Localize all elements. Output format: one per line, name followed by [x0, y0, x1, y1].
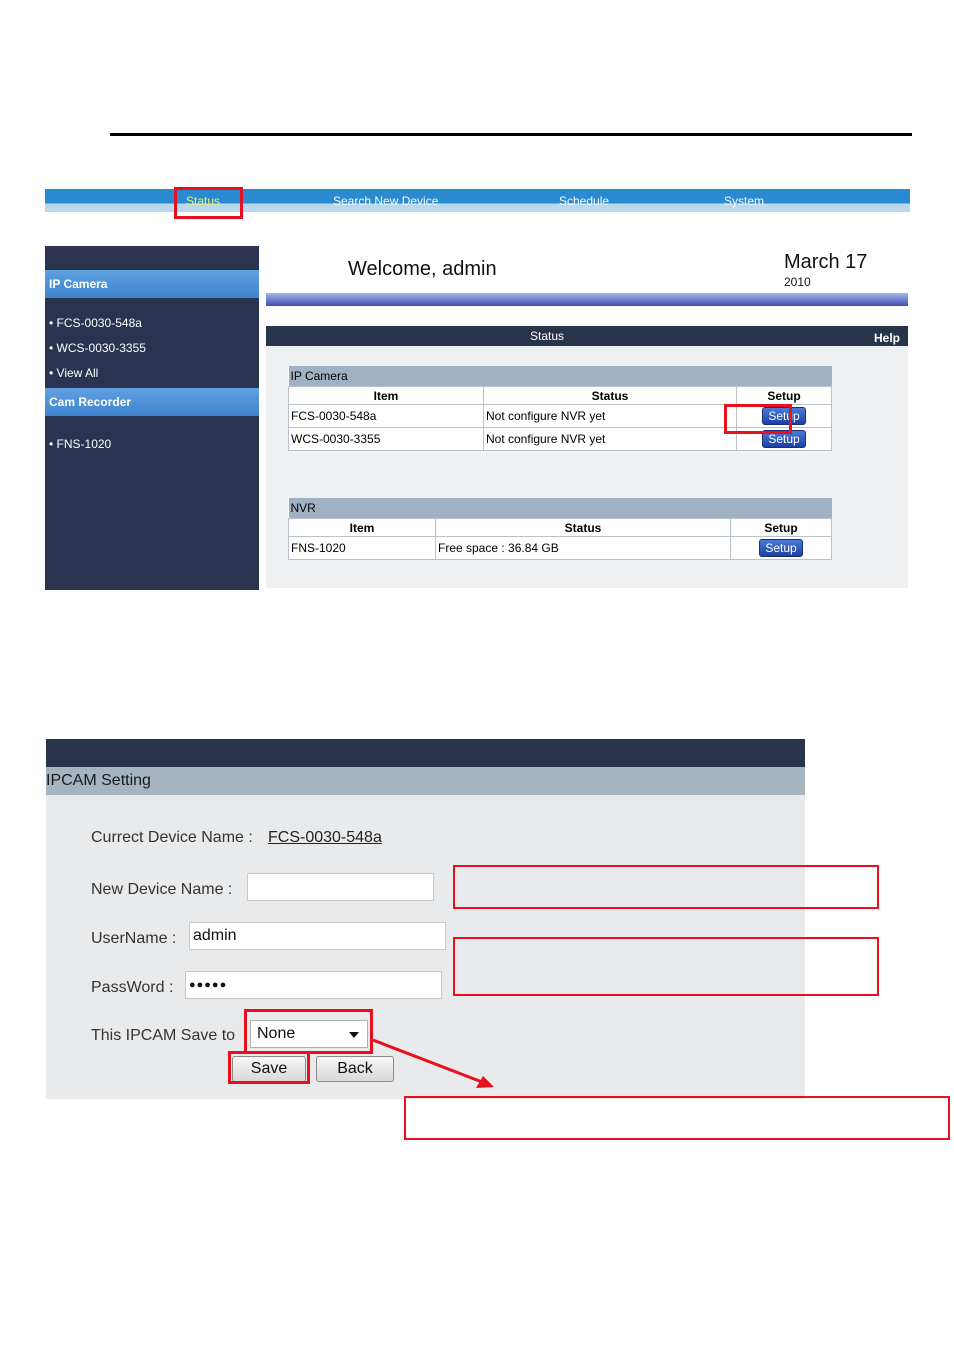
arrow-icon: [372, 1038, 494, 1088]
